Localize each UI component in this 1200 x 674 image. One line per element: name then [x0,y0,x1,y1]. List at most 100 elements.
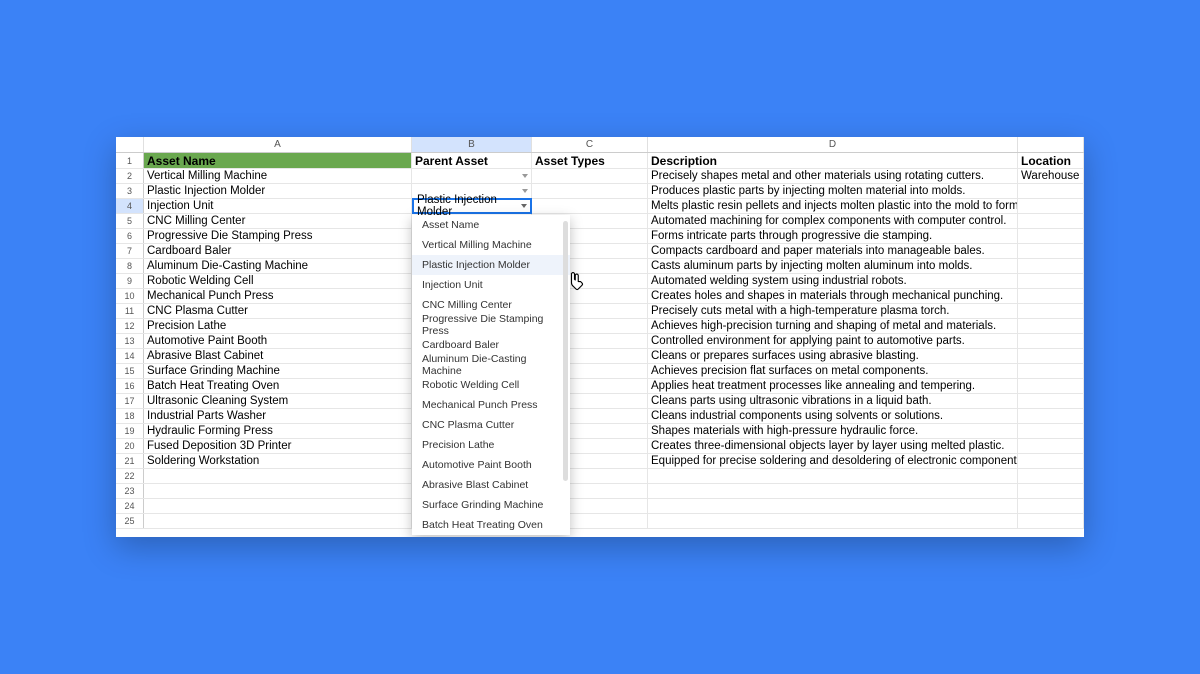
cell-asset-name[interactable]: Ultrasonic Cleaning System [144,394,412,408]
row-number[interactable]: 2 [116,169,144,183]
cell-location[interactable] [1018,289,1084,303]
cell-asset-name[interactable]: Progressive Die Stamping Press [144,229,412,243]
dropdown-option[interactable]: Progressive Die Stamping Press [412,315,570,335]
dropdown-option[interactable]: Asset Name [412,215,570,235]
cell-location[interactable] [1018,259,1084,273]
header-cell-description[interactable]: Description [648,153,1018,168]
dropdown-option[interactable]: Plastic Injection Molder [412,255,570,275]
cell-description[interactable] [648,469,1018,483]
dropdown-option[interactable]: Mechanical Punch Press [412,395,570,415]
cell-location[interactable] [1018,304,1084,318]
dropdown-option[interactable]: CNC Milling Center [412,295,570,315]
row-number[interactable]: 21 [116,454,144,468]
cell-asset-name[interactable] [144,514,412,528]
cell-asset-name[interactable]: Batch Heat Treating Oven [144,379,412,393]
dropdown-option[interactable]: Robotic Welding Cell [412,375,570,395]
column-header-c[interactable]: C [532,137,648,152]
row-number[interactable]: 11 [116,304,144,318]
cell-description[interactable]: Creates three-dimensional objects layer … [648,439,1018,453]
cell-location[interactable] [1018,184,1084,198]
row-number[interactable]: 1 [116,153,144,168]
row-number[interactable]: 25 [116,514,144,528]
cell-asset-types[interactable] [532,169,648,183]
cell-asset-name[interactable]: Vertical Milling Machine [144,169,412,183]
cell-location[interactable] [1018,334,1084,348]
cell-location[interactable] [1018,439,1084,453]
dropdown-option[interactable]: Batch Heat Treating Oven [412,515,570,535]
cell-location[interactable] [1018,499,1084,513]
cell-description[interactable]: Shapes materials with high-pressure hydr… [648,424,1018,438]
row-number[interactable]: 10 [116,289,144,303]
cell-description[interactable]: Achieves precision flat surfaces on meta… [648,364,1018,378]
cell-asset-name[interactable]: Soldering Workstation [144,454,412,468]
cell-location[interactable] [1018,454,1084,468]
cell-location[interactable] [1018,409,1084,423]
cell-location[interactable] [1018,214,1084,228]
cell-asset-name[interactable]: Precision Lathe [144,319,412,333]
column-header-d[interactable]: D [648,137,1018,152]
cell-parent-asset[interactable] [412,199,532,213]
header-cell-asset-name[interactable]: Asset Name [144,153,412,168]
cell-location[interactable] [1018,274,1084,288]
cell-asset-name[interactable]: Hydraulic Forming Press [144,424,412,438]
cell-description[interactable]: Controlled environment for applying pain… [648,334,1018,348]
cell-description[interactable] [648,484,1018,498]
header-cell-asset-types[interactable]: Asset Types [532,153,648,168]
dropdown-option[interactable]: Vertical Milling Machine [412,235,570,255]
cell-asset-name[interactable]: Abrasive Blast Cabinet [144,349,412,363]
column-header-e[interactable] [1018,137,1084,152]
row-number[interactable]: 20 [116,439,144,453]
row-number[interactable]: 24 [116,499,144,513]
cell-asset-name[interactable]: CNC Milling Center [144,214,412,228]
cell-asset-name[interactable]: Automotive Paint Booth [144,334,412,348]
cell-location[interactable] [1018,514,1084,528]
cell-location[interactable] [1018,394,1084,408]
row-number[interactable]: 22 [116,469,144,483]
dropdown-option[interactable]: Automotive Paint Booth [412,455,570,475]
cell-description[interactable]: Applies heat treatment processes like an… [648,379,1018,393]
dropdown-option[interactable]: Precision Lathe [412,435,570,455]
cell-location[interactable]: Warehouse [1018,169,1084,183]
row-number[interactable]: 15 [116,364,144,378]
cell-asset-types[interactable] [532,199,648,213]
cell-asset-name[interactable] [144,469,412,483]
row-number[interactable]: 17 [116,394,144,408]
cell-description[interactable]: Compacts cardboard and paper materials i… [648,244,1018,258]
row-number[interactable]: 9 [116,274,144,288]
cell-asset-name[interactable]: Surface Grinding Machine [144,364,412,378]
select-all-corner[interactable] [116,137,144,152]
cell-location[interactable] [1018,229,1084,243]
cell-location[interactable] [1018,319,1084,333]
cell-location[interactable] [1018,199,1084,213]
cell-description[interactable]: Equipped for precise soldering and desol… [648,454,1018,468]
cell-description[interactable]: Cleans industrial components using solve… [648,409,1018,423]
header-cell-location[interactable]: Location [1018,153,1084,168]
cell-description[interactable]: Precisely cuts metal with a high-tempera… [648,304,1018,318]
dropdown-option[interactable]: Cardboard Baler [412,335,570,355]
cell-asset-name[interactable]: Fused Deposition 3D Printer [144,439,412,453]
cell-location[interactable] [1018,364,1084,378]
row-number[interactable]: 19 [116,424,144,438]
row-number[interactable]: 16 [116,379,144,393]
cell-location[interactable] [1018,424,1084,438]
dropdown-option[interactable]: Injection Unit [412,275,570,295]
cell-asset-types[interactable] [532,184,648,198]
cell-description[interactable]: Precisely shapes metal and other materia… [648,169,1018,183]
cell-asset-name[interactable]: CNC Plasma Cutter [144,304,412,318]
row-number[interactable]: 13 [116,334,144,348]
row-number[interactable]: 5 [116,214,144,228]
cell-description[interactable]: Creates holes and shapes in materials th… [648,289,1018,303]
cell-asset-name[interactable] [144,484,412,498]
cell-description[interactable]: Casts aluminum parts by injecting molten… [648,259,1018,273]
row-number[interactable]: 7 [116,244,144,258]
cell-asset-name[interactable]: Injection Unit [144,199,412,213]
cell-asset-name[interactable]: Robotic Welding Cell [144,274,412,288]
cell-location[interactable] [1018,469,1084,483]
row-number[interactable]: 23 [116,484,144,498]
row-number[interactable]: 12 [116,319,144,333]
cell-asset-name[interactable]: Plastic Injection Molder [144,184,412,198]
cell-description[interactable]: Produces plastic parts by injecting molt… [648,184,1018,198]
cell-description[interactable]: Achieves high-precision turning and shap… [648,319,1018,333]
cell-asset-name[interactable]: Industrial Parts Washer [144,409,412,423]
chevron-down-icon[interactable] [522,174,528,178]
